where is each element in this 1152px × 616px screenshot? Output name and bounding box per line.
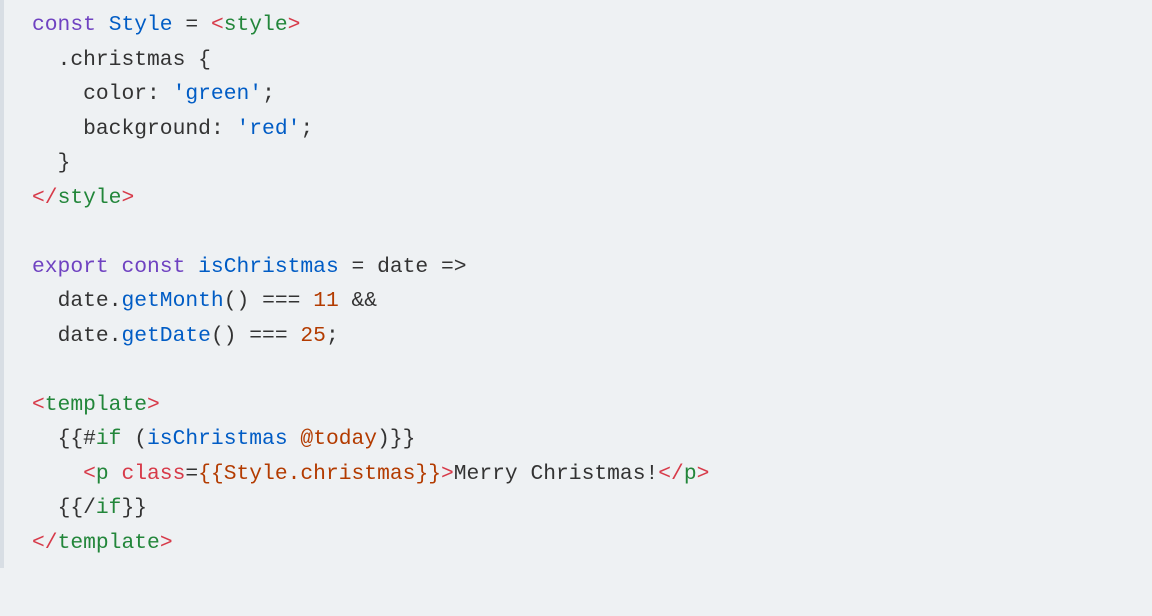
tag-open-bracket: </ bbox=[658, 462, 684, 486]
tag-close-bracket: > bbox=[160, 531, 173, 555]
handlebars-if: if bbox=[96, 427, 122, 451]
tag-close-bracket: > bbox=[288, 13, 301, 37]
css-property: color bbox=[83, 82, 147, 106]
code-line-2: .christmas { bbox=[32, 48, 211, 72]
code-line-3: color: 'green'; bbox=[32, 82, 275, 106]
at-sign: @ bbox=[300, 427, 313, 451]
code-line-12: <p class={{Style.christmas}}>Merry Chris… bbox=[32, 462, 709, 486]
prop-christmas: christmas bbox=[300, 462, 415, 486]
code-line-11: {{#if (isChristmas @today)}} bbox=[32, 427, 415, 451]
code-line-4: background: 'red'; bbox=[32, 117, 313, 141]
tag-close-bracket: > bbox=[121, 186, 134, 210]
code-line-13: {{/if}} bbox=[32, 496, 147, 520]
method-getdate: getDate bbox=[121, 324, 210, 348]
code-line-14: </template> bbox=[32, 531, 173, 555]
identifier-style: Style bbox=[109, 13, 173, 37]
tag-close-bracket: > bbox=[697, 462, 710, 486]
handlebars-if-close: if bbox=[96, 496, 122, 520]
tag-template: template bbox=[45, 393, 147, 417]
mustache-close: }} bbox=[415, 462, 441, 486]
param-date: date bbox=[377, 255, 428, 279]
tag-template-close: template bbox=[58, 531, 160, 555]
tag-style-close: style bbox=[58, 186, 122, 210]
code-line-5: } bbox=[32, 151, 70, 175]
number-literal: 11 bbox=[313, 289, 339, 313]
tag-p: p bbox=[96, 462, 109, 486]
helper-ischristmas: isChristmas bbox=[147, 427, 288, 451]
scope-style: Style bbox=[224, 462, 288, 486]
css-value: 'green' bbox=[173, 82, 262, 106]
text-merry-christmas: Merry Christmas! bbox=[454, 462, 658, 486]
css-value: 'red' bbox=[237, 117, 301, 141]
mustache-close: }} bbox=[390, 427, 416, 451]
mustache-close: }} bbox=[121, 496, 147, 520]
method-getmonth: getMonth bbox=[121, 289, 223, 313]
tag-open-bracket: </ bbox=[32, 531, 58, 555]
mustache-open: {{ bbox=[198, 462, 224, 486]
code-line-9: date.getDate() === 25; bbox=[32, 324, 339, 348]
object-date: date bbox=[58, 324, 109, 348]
css-property: background bbox=[83, 117, 211, 141]
tag-close-bracket: > bbox=[147, 393, 160, 417]
tag-open-bracket: </ bbox=[32, 186, 58, 210]
mustache-open: {{ bbox=[58, 496, 84, 520]
number-literal: 25 bbox=[300, 324, 326, 348]
mustache-open: {{ bbox=[58, 427, 84, 451]
code-line-10: <template> bbox=[32, 393, 160, 417]
arrow: => bbox=[441, 255, 467, 279]
tag-style: style bbox=[224, 13, 288, 37]
code-line-1: const Style = <style> bbox=[32, 13, 300, 37]
code-block: const Style = <style> .christmas { color… bbox=[0, 0, 1152, 568]
attr-class: class bbox=[121, 462, 185, 486]
tag-close-bracket: > bbox=[441, 462, 454, 486]
keyword-export: export bbox=[32, 255, 109, 279]
keyword-const: const bbox=[121, 255, 185, 279]
code-line-6: </style> bbox=[32, 186, 134, 210]
tag-open-bracket: < bbox=[32, 393, 45, 417]
code-line-8: date.getMonth() === 11 && bbox=[32, 289, 377, 313]
code-content: const Style = <style> .christmas { color… bbox=[4, 0, 1152, 568]
code-line-7: export const isChristmas = date => bbox=[32, 255, 467, 279]
tag-p-close: p bbox=[684, 462, 697, 486]
at-today: today bbox=[313, 427, 377, 451]
tag-open-bracket: < bbox=[211, 13, 224, 37]
keyword-const: const bbox=[32, 13, 96, 37]
tag-open-bracket: < bbox=[83, 462, 96, 486]
css-selector: .christmas bbox=[58, 48, 186, 72]
identifier-ischristmas: isChristmas bbox=[198, 255, 339, 279]
object-date: date bbox=[58, 289, 109, 313]
